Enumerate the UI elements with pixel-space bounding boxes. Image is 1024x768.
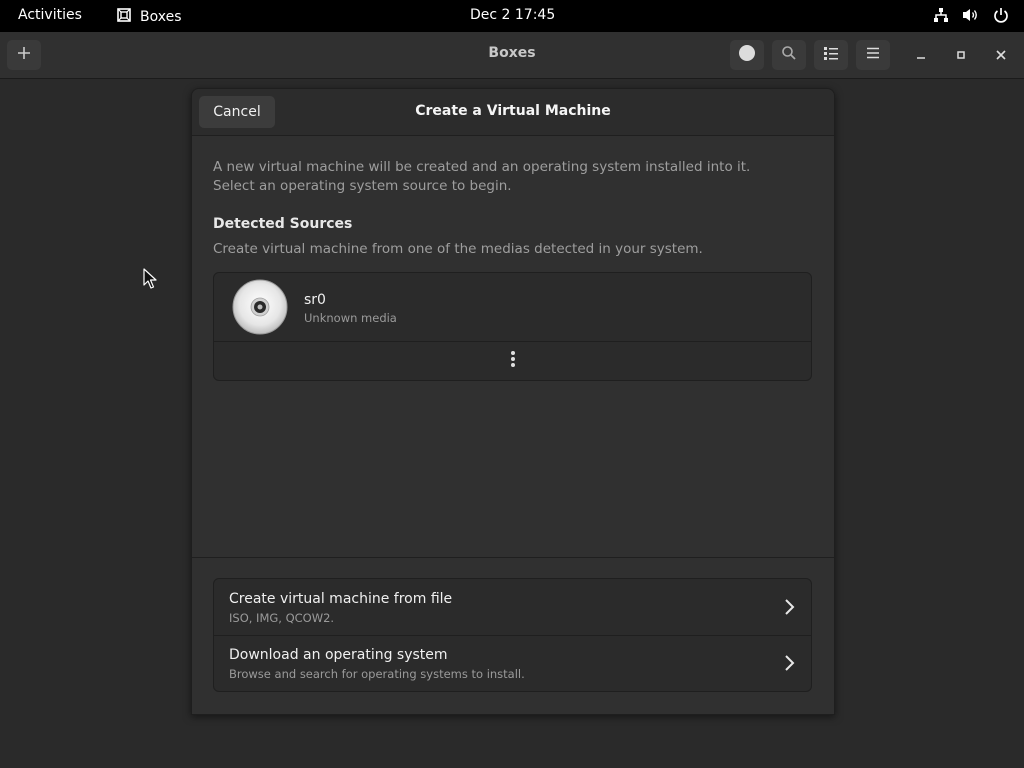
close-icon xyxy=(996,48,1006,64)
system-tray[interactable] xyxy=(932,6,1010,24)
power-icon[interactable] xyxy=(992,6,1010,24)
source-item-sr0[interactable]: sr0 Unknown media xyxy=(214,273,811,342)
detected-sources-heading: Detected Sources xyxy=(213,216,353,232)
dialog-title: Create a Virtual Machine xyxy=(415,103,611,119)
download-os-row[interactable]: Download an operating system Browse and … xyxy=(214,635,811,691)
search-button[interactable] xyxy=(772,40,806,70)
create-from-file-title: Create virtual machine from file xyxy=(229,591,453,607)
activities-button[interactable]: Activities xyxy=(18,7,82,23)
optical-disc-icon xyxy=(232,279,288,335)
volume-icon[interactable] xyxy=(962,6,980,24)
dialog-header: Cancel Create a Virtual Machine xyxy=(192,89,834,136)
app-menu[interactable]: Boxes xyxy=(116,7,182,27)
intro-text: A new virtual machine will be created an… xyxy=(213,158,750,196)
app-menu-label: Boxes xyxy=(140,9,182,25)
list-view-icon xyxy=(823,45,839,65)
close-window-button[interactable] xyxy=(989,44,1013,68)
menu-icon xyxy=(865,45,881,65)
maximize-button[interactable] xyxy=(949,44,973,68)
download-os-subtitle: Browse and search for operating systems … xyxy=(229,667,525,681)
window-headerbar: Boxes xyxy=(0,32,1024,79)
create-from-file-row[interactable]: Create virtual machine from file ISO, IM… xyxy=(214,579,811,636)
intro-line-1: A new virtual machine will be created an… xyxy=(213,159,751,175)
show-more-sources-button[interactable] xyxy=(214,342,811,380)
detected-sources-list: sr0 Unknown media xyxy=(213,272,812,381)
dialog-separator xyxy=(192,557,834,558)
source-actions-list: Create virtual machine from file ISO, IM… xyxy=(213,578,812,692)
boxes-app-icon xyxy=(116,7,132,27)
source-name: sr0 xyxy=(304,292,326,308)
create-vm-dialog: Cancel Create a Virtual Machine A new vi… xyxy=(191,88,835,715)
mouse-pointer-icon xyxy=(143,268,157,290)
minimize-icon xyxy=(916,48,926,64)
main-menu-button[interactable] xyxy=(856,40,890,70)
download-os-title: Download an operating system xyxy=(229,647,448,663)
minimize-button[interactable] xyxy=(909,44,933,68)
top-bar: Activities Boxes Dec 2 17:45 xyxy=(0,0,1024,32)
more-vertical-icon xyxy=(510,350,516,372)
chevron-right-icon xyxy=(781,598,797,616)
chevron-right-icon xyxy=(781,654,797,672)
maximize-icon xyxy=(956,48,966,64)
clock[interactable]: Dec 2 17:45 xyxy=(470,7,555,23)
create-from-file-subtitle: ISO, IMG, QCOW2. xyxy=(229,611,335,625)
network-icon[interactable] xyxy=(932,6,950,24)
list-view-button[interactable] xyxy=(814,40,848,70)
source-description: Unknown media xyxy=(304,311,397,325)
search-icon xyxy=(781,45,797,65)
record-icon xyxy=(738,44,756,66)
intro-line-2: Select an operating system source to beg… xyxy=(213,178,512,194)
detected-sources-description: Create virtual machine from one of the m… xyxy=(213,241,703,257)
record-button[interactable] xyxy=(730,40,764,70)
